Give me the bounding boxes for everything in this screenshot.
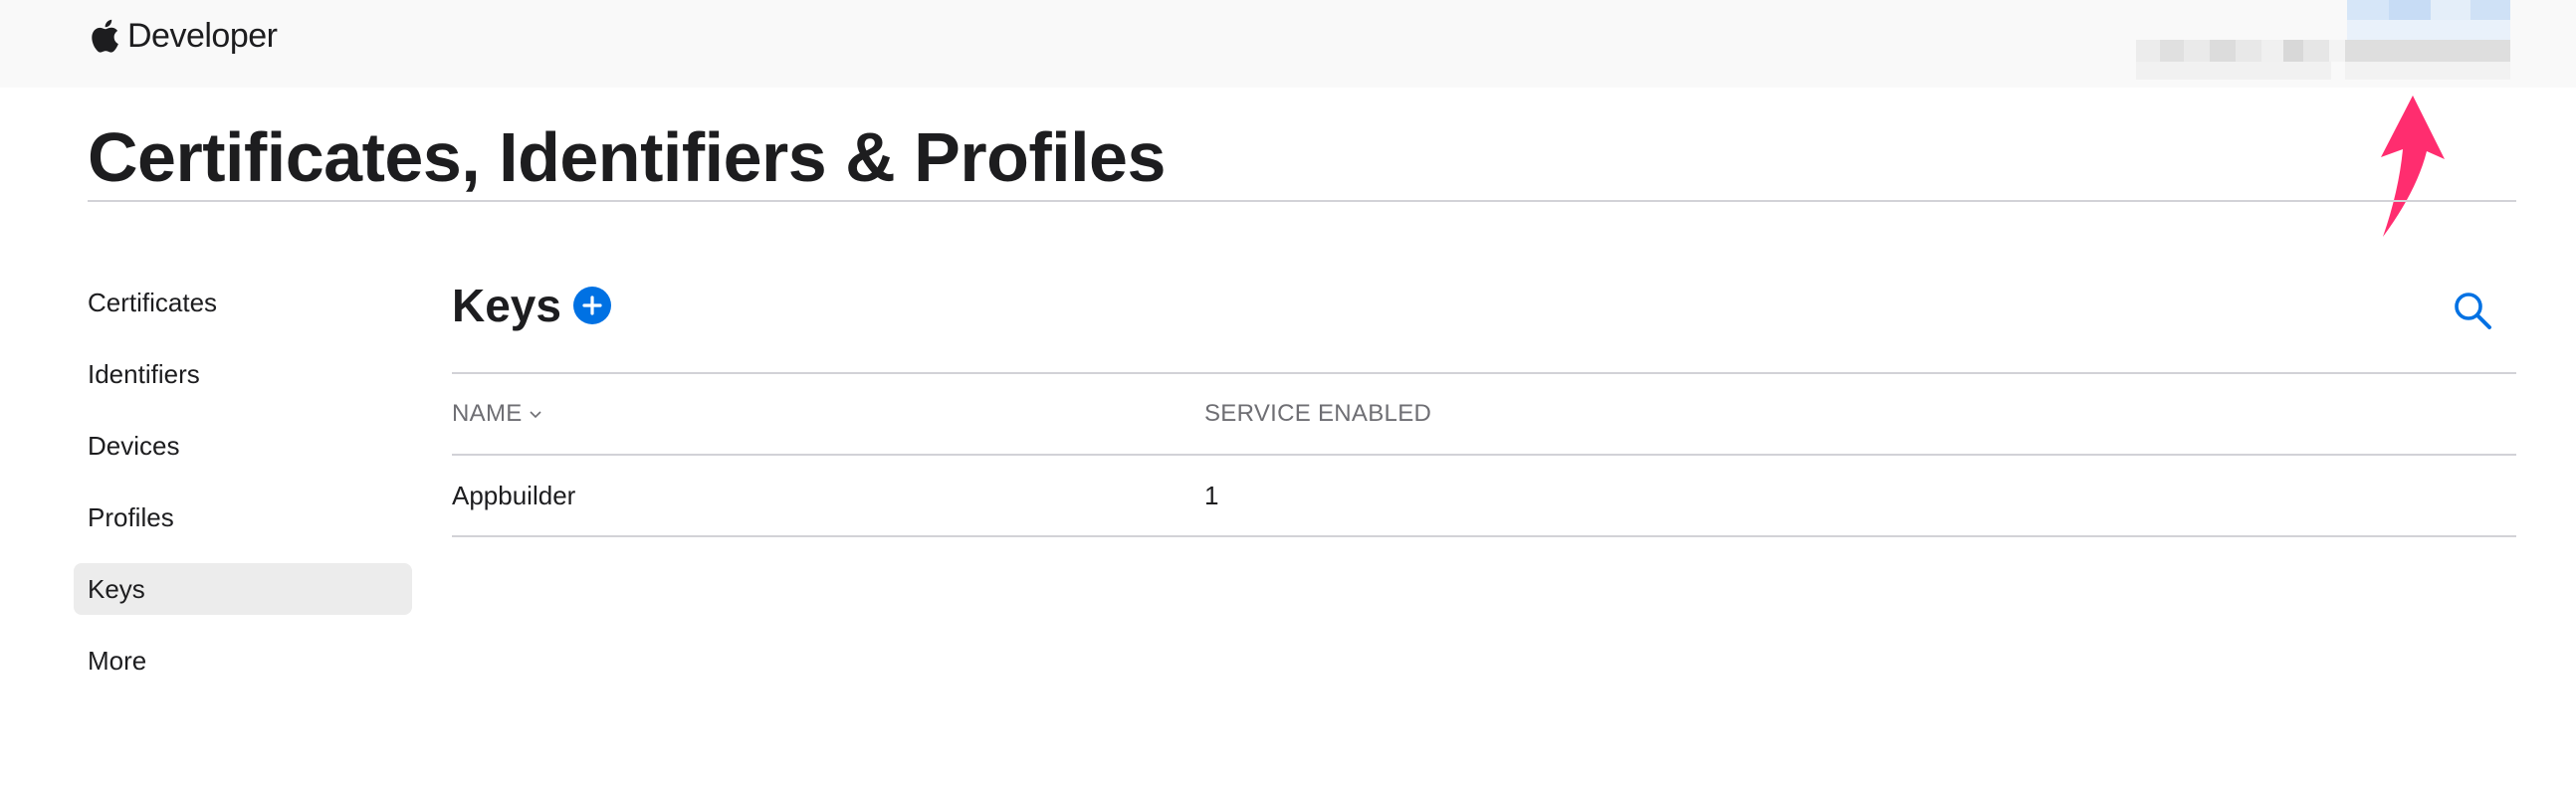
keys-table: NAME SERVICE ENABLED Appbuilder 1 bbox=[452, 372, 2516, 537]
apple-logo-icon bbox=[88, 17, 119, 55]
column-header-name[interactable]: NAME bbox=[452, 400, 542, 428]
column-header-service-enabled[interactable]: SERVICE ENABLED bbox=[1204, 400, 1431, 428]
column-header-label: NAME bbox=[452, 400, 523, 427]
sidebar-item-more[interactable]: More bbox=[74, 635, 412, 687]
developer-home-link[interactable]: Developer bbox=[88, 12, 278, 60]
section-title: Keys bbox=[452, 280, 561, 331]
sidebar-item-label: Keys bbox=[88, 573, 145, 604]
sidebar-item-label: Identifiers bbox=[88, 358, 200, 389]
key-name-cell[interactable]: Appbuilder bbox=[452, 481, 575, 511]
sidebar-item-keys[interactable]: Keys bbox=[74, 563, 412, 615]
sidebar-item-label: More bbox=[88, 645, 147, 676]
add-key-button[interactable] bbox=[572, 287, 611, 324]
sidebar-item-certificates[interactable]: Certificates bbox=[74, 277, 412, 328]
global-nav: Developer bbox=[0, 0, 2576, 88]
table-row[interactable]: Appbuilder 1 bbox=[452, 456, 2516, 535]
sidebar-item-label: Certificates bbox=[88, 287, 218, 317]
page-title: Certificates, Identifiers & Profiles bbox=[88, 118, 1166, 196]
account-menu-blurred[interactable] bbox=[2130, 0, 2518, 88]
table-header-row: NAME SERVICE ENABLED bbox=[452, 374, 2516, 454]
sidebar-item-label: Profiles bbox=[88, 501, 174, 532]
column-header-label: SERVICE ENABLED bbox=[1204, 400, 1432, 427]
plus-icon bbox=[582, 295, 602, 315]
search-icon bbox=[2455, 293, 2491, 329]
title-divider bbox=[88, 200, 2516, 202]
sidebar-item-identifiers[interactable]: Identifiers bbox=[74, 348, 412, 400]
table-row-divider bbox=[452, 535, 2516, 537]
sidebar: Certificates Identifiers Devices Profile… bbox=[74, 277, 412, 706]
sidebar-item-profiles[interactable]: Profiles bbox=[74, 492, 412, 543]
brand-name: Developer bbox=[127, 16, 278, 55]
service-enabled-cell: 1 bbox=[1204, 480, 1219, 510]
section-header: Keys bbox=[452, 279, 611, 332]
search-button[interactable] bbox=[2451, 289, 2494, 332]
sidebar-item-devices[interactable]: Devices bbox=[74, 420, 412, 472]
sidebar-item-label: Devices bbox=[88, 430, 180, 461]
chevron-down-icon bbox=[529, 411, 541, 419]
annotation-arrow-icon bbox=[2381, 96, 2445, 237]
